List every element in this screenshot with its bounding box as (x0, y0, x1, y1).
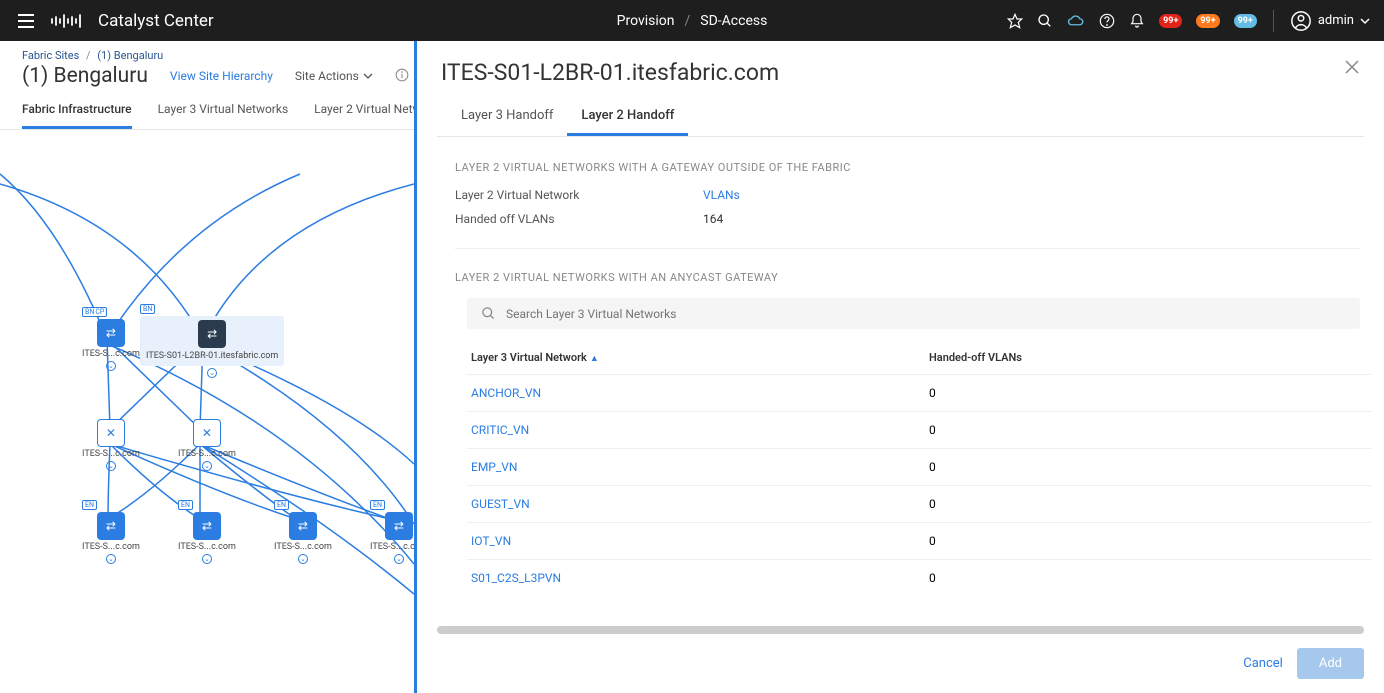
global-header: Catalyst Center Provision / SD-Access 99… (0, 0, 1384, 41)
crumb-fabric-sites[interactable]: Fabric Sites (22, 49, 79, 62)
topo-node[interactable]: ✕ ITES-S...c.com ⌄ (82, 419, 140, 471)
expand-icon[interactable]: ⌄ (106, 361, 116, 371)
sort-asc-icon: ▲ (590, 354, 599, 364)
search-box[interactable] (467, 298, 1360, 329)
chevron-down-icon (363, 71, 373, 81)
panel-footer: Cancel Add (417, 634, 1384, 693)
search-icon (481, 306, 496, 321)
topo-node[interactable]: ✕ ITES-S...c.com ⌄ (178, 419, 236, 471)
expand-icon[interactable]: ⌄ (106, 554, 116, 564)
panel-tabs: Layer 3 Handoff Layer 2 Handoff (437, 100, 1364, 137)
col-l3-vn[interactable]: Layer 3 Virtual Network▲ (467, 341, 925, 375)
table-row: EMP_VN0 (467, 449, 1372, 486)
search-input[interactable] (506, 307, 1346, 321)
star-icon[interactable] (1007, 13, 1023, 29)
site-actions-dropdown[interactable]: Site Actions (295, 69, 373, 83)
vn-link[interactable]: S01_C2S_L3PVN (467, 560, 925, 597)
l3-vn-table: Layer 3 Virtual Network▲ Handed-off VLAN… (467, 341, 1372, 596)
expand-icon[interactable]: ⌄ (202, 461, 212, 471)
site-title: (1) Bengaluru (22, 64, 148, 88)
topo-node[interactable]: EN ⇄ ITES-S...c.com ⌄ (274, 512, 332, 564)
table-row: CRITIC_VN0 (467, 412, 1372, 449)
vlans-link[interactable]: VLANs (703, 188, 740, 202)
badge-critical[interactable]: 99+ (1159, 14, 1182, 28)
table-row: IOT_VN0 (467, 523, 1372, 560)
close-icon[interactable] (1344, 59, 1360, 80)
topology-canvas[interactable]: BNCP ⇄ ITES-S...c.com ⌄ BN ⇄ ITES-S01-L2… (0, 124, 414, 664)
view-hierarchy-link[interactable]: View Site Hierarchy (170, 69, 273, 83)
panel-title: ITES-S01-L2BR-01.itesfabric.com (441, 59, 779, 86)
topo-node[interactable]: EN ⇄ ITES-S...c.com ⌄ (370, 512, 414, 564)
table-row: GUEST_VN0 (467, 486, 1372, 523)
crumb-provision[interactable]: Provision (617, 13, 675, 29)
vn-link[interactable]: CRITIC_VN (467, 412, 925, 449)
expand-icon[interactable]: ⌄ (202, 554, 212, 564)
crumb-sdaccess[interactable]: SD-Access (700, 13, 767, 29)
expand-icon[interactable]: ⌄ (106, 461, 116, 471)
expand-icon[interactable]: ⌄ (394, 554, 404, 564)
topo-node[interactable]: BNCP ⇄ ITES-S...c.com ⌄ (82, 319, 140, 371)
divider (455, 248, 1360, 249)
vn-link[interactable]: ANCHOR_VN (467, 375, 925, 412)
col-handed-off-vlans[interactable]: Handed-off VLANs (925, 341, 1372, 375)
chevron-down-icon (1360, 16, 1370, 26)
topo-node[interactable]: EN ⇄ ITES-S...c.com ⌄ (178, 512, 236, 564)
badge-info[interactable]: 99+ (1234, 14, 1257, 28)
section-header-anycast: Layer 2 Virtual Networks with an Anycast… (455, 271, 1360, 284)
vn-link[interactable]: IOT_VN (467, 523, 925, 560)
breadcrumb-center: Provision / SD-Access (617, 13, 768, 29)
cancel-button[interactable]: Cancel (1243, 656, 1283, 671)
crumb-site: (1) Bengaluru (97, 49, 163, 62)
crumb-sep: / (86, 49, 91, 62)
cloud-icon[interactable] (1067, 13, 1085, 29)
tab-l3-handoff[interactable]: Layer 3 Handoff (461, 100, 567, 136)
topo-node[interactable]: EN ⇄ ITES-S...c.com ⌄ (82, 512, 140, 564)
add-button[interactable]: Add (1297, 648, 1364, 679)
panel-body[interactable]: Layer 2 Virtual Networks with a Gateway … (417, 137, 1384, 622)
vn-link[interactable]: EMP_VN (467, 449, 925, 486)
horizontal-scrollbar[interactable] (437, 626, 1364, 634)
search-icon[interactable] (1037, 13, 1053, 29)
badge-warning[interactable]: 99+ (1196, 14, 1219, 28)
kv-handed-off: Handed off VLANs 164 (455, 212, 1360, 226)
help-icon[interactable] (1099, 13, 1115, 29)
user-menu[interactable]: admin (1290, 10, 1370, 32)
divider (1273, 10, 1274, 32)
expand-icon[interactable]: ⌄ (298, 554, 308, 564)
info-icon[interactable] (395, 68, 409, 85)
cisco-logo (50, 12, 84, 30)
table-row: ANCHOR_VN0 (467, 375, 1372, 412)
vn-link[interactable]: GUEST_VN (467, 486, 925, 523)
tab-l2-handoff[interactable]: Layer 2 Handoff (567, 100, 688, 136)
app-title: Catalyst Center (98, 11, 214, 31)
panel-header: ITES-S01-L2BR-01.itesfabric.com (417, 41, 1384, 100)
topo-node-selected[interactable]: BN ⇄ ITES-S01-L2BR-01.itesfabric.com ⌄ (140, 316, 284, 378)
header-right: 99+ 99+ 99+ admin (1007, 10, 1370, 32)
device-panel: ITES-S01-L2BR-01.itesfabric.com Layer 3 … (414, 41, 1384, 693)
expand-icon[interactable]: ⌄ (207, 368, 217, 378)
crumb-separator: / (685, 13, 691, 29)
section-header-external-gw: Layer 2 Virtual Networks with a Gateway … (455, 161, 1360, 174)
table-row: S01_C2S_L3PVN0 (467, 560, 1372, 597)
menu-icon[interactable] (14, 10, 38, 32)
kv-l2-vn: Layer 2 Virtual Network VLANs (455, 188, 1360, 202)
bell-icon[interactable] (1129, 13, 1145, 29)
user-name: admin (1318, 13, 1354, 28)
